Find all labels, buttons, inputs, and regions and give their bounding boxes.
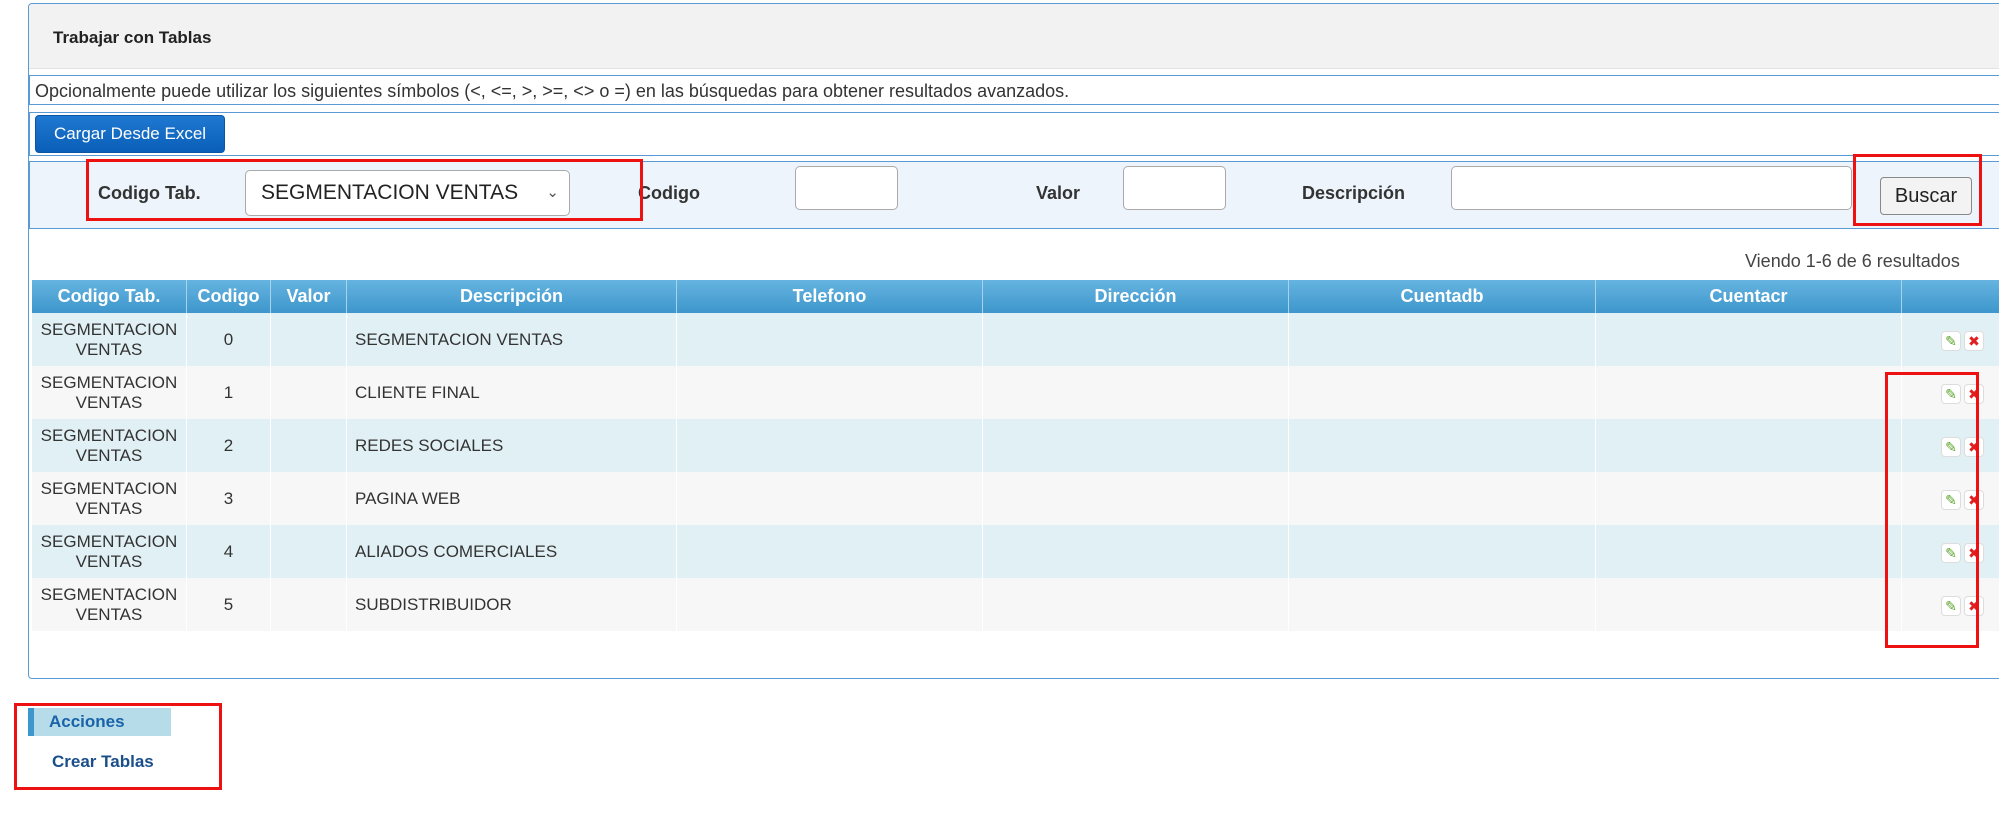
cell-telefono (677, 525, 983, 578)
table-row: SEGMENTACION VENTAS 0 SEGMENTACION VENTAS ✎… (32, 313, 1999, 366)
cell-descripcion: CLIENTE FINAL (347, 366, 677, 419)
cell-codigo-tab: SEGMENTACION VENTAS (32, 525, 187, 578)
cell-telefono (677, 366, 983, 419)
cell-descripcion: PAGINA WEB (347, 472, 677, 525)
cell-direccion (983, 472, 1289, 525)
cell-cuentadb (1289, 419, 1596, 472)
cell-codigo: 5 (187, 578, 271, 631)
valor-input[interactable] (1123, 166, 1226, 210)
info-bar: Opcionalmente puede utilizar los siguien… (29, 75, 1999, 105)
table-row: SEGMENTACION VENTAS 4 ALIADOS COMERCIALES ✎… (32, 525, 1999, 578)
cell-valor (271, 313, 347, 366)
descripcion-label: Descripción (1302, 183, 1406, 203)
highlight-row-actions (1885, 372, 1979, 648)
cell-valor (271, 419, 347, 472)
column-header-cuentacr[interactable]: Cuentacr (1596, 280, 1902, 313)
cell-codigo: 4 (187, 525, 271, 578)
codigo-input[interactable] (795, 166, 898, 210)
table-row: SEGMENTACION VENTAS 5 SUBDISTRIBUIDOR ✎ ✖ (32, 578, 1999, 631)
cell-cuentacr (1596, 313, 1902, 366)
table-row: SEGMENTACION VENTAS 3 PAGINA WEB ✎ ✖ (32, 472, 1999, 525)
column-header-cuentadb[interactable]: Cuentadb (1289, 280, 1596, 313)
cell-cuentacr (1596, 419, 1902, 472)
column-header-actions (1902, 280, 1999, 313)
cell-codigo: 0 (187, 313, 271, 366)
cell-descripcion: SEGMENTACION VENTAS (347, 313, 677, 366)
cell-telefono (677, 472, 983, 525)
cell-codigo: 3 (187, 472, 271, 525)
cell-codigo: 2 (187, 419, 271, 472)
cell-codigo-tab: SEGMENTACION VENTAS (32, 313, 187, 366)
panel-header: Trabajar con Tablas (29, 4, 1999, 69)
highlight-search-button (1853, 154, 1982, 226)
codigo-label: Codigo (638, 183, 700, 203)
load-from-excel-button[interactable]: Cargar Desde Excel (35, 115, 225, 153)
cell-cuentacr (1596, 578, 1902, 631)
cell-descripcion: REDES SOCIALES (347, 419, 677, 472)
cell-descripcion: ALIADOS COMERCIALES (347, 525, 677, 578)
cell-telefono (677, 313, 983, 366)
cell-telefono (677, 578, 983, 631)
cell-cuentadb (1289, 525, 1596, 578)
cell-codigo-tab: SEGMENTACION VENTAS (32, 472, 187, 525)
x-icon[interactable]: ✖ (1964, 331, 1984, 351)
toolbar: Cargar Desde Excel (29, 112, 1999, 156)
cell-valor (271, 578, 347, 631)
create-tables-link[interactable]: Crear Tablas (52, 752, 154, 772)
row-actions: ✎ ✖ (1941, 331, 1991, 351)
cell-cuentadb (1289, 313, 1596, 366)
table-row: SEGMENTACION VENTAS 2 REDES SOCIALES ✎ ✖ (32, 419, 1999, 472)
actions-menu-heading: Acciones (28, 708, 171, 736)
cell-direccion (983, 313, 1289, 366)
page-title: Trabajar con Tablas (53, 28, 212, 47)
results-summary: Viendo 1-6 de 6 resultados (1745, 251, 1960, 271)
cell-cuentadb (1289, 472, 1596, 525)
search-hint: Opcionalmente puede utilizar los siguien… (35, 81, 1070, 101)
valor-label: Valor (1036, 183, 1081, 203)
cell-direccion (983, 525, 1289, 578)
column-header-valor[interactable]: Valor (271, 280, 347, 313)
cell-cuentacr (1596, 366, 1902, 419)
cell-telefono (677, 419, 983, 472)
table-header: Codigo Tab. Codigo Valor Descripción Tel… (32, 280, 1999, 313)
column-header-codigo[interactable]: Codigo (187, 280, 271, 313)
column-header-codigo-tab[interactable]: Codigo Tab. (32, 280, 187, 313)
cell-valor (271, 525, 347, 578)
cell-cuentacr (1596, 472, 1902, 525)
cell-descripcion: SUBDISTRIBUIDOR (347, 578, 677, 631)
column-header-telefono[interactable]: Telefono (677, 280, 983, 313)
cell-valor (271, 472, 347, 525)
cell-codigo-tab: SEGMENTACION VENTAS (32, 366, 187, 419)
pencil-icon[interactable]: ✎ (1941, 331, 1961, 351)
cell-cuentadb (1289, 578, 1596, 631)
cell-cuentadb (1289, 366, 1596, 419)
cell-codigo-tab: SEGMENTACION VENTAS (32, 578, 187, 631)
cell-direccion (983, 419, 1289, 472)
cell-valor (271, 366, 347, 419)
column-header-descripcion[interactable]: Descripción (347, 280, 677, 313)
column-header-direccion[interactable]: Dirección (983, 280, 1289, 313)
cell-codigo-tab: SEGMENTACION VENTAS (32, 419, 187, 472)
table-row: SEGMENTACION VENTAS 1 CLIENTE FINAL ✎ ✖ (32, 366, 1999, 419)
cell-direccion (983, 578, 1289, 631)
cell-cuentacr (1596, 525, 1902, 578)
cell-direccion (983, 366, 1289, 419)
highlight-codigo-tab (86, 159, 643, 221)
descripcion-input[interactable] (1451, 166, 1852, 210)
cell-codigo: 1 (187, 366, 271, 419)
